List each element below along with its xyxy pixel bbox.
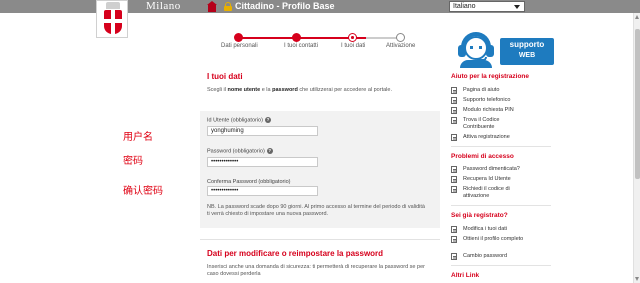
support-line2: WEB [518,52,536,59]
document-icon [451,97,457,104]
scroll-down-icon[interactable] [635,277,639,281]
scroll-thumb[interactable] [635,29,640,179]
language-select-value: Italiano [453,3,476,10]
step-dot-contacts [292,33,301,42]
document-icon [451,166,457,173]
annotation-confirm-password: 确认密码 [123,186,163,197]
username-input[interactable]: yonghuming [207,126,318,136]
document-icon [451,134,457,141]
sidebar-item-recover-id[interactable]: Recupera Id Utente [451,176,541,183]
sidebar-item-activate[interactable]: Attiva registrazione [451,134,541,141]
sidebar-item-forgot-password[interactable]: Password dimenticata? [451,166,541,173]
lock-icon [224,2,232,11]
milano-crest-logo[interactable] [96,0,128,38]
password-expiry-note: NB. La password scade dopo 90 giorni. Al… [207,204,425,217]
home-icon [207,1,217,12]
password-label: Password (obbligatorio)? [207,148,273,155]
language-select[interactable]: Italiano [449,1,525,12]
document-icon [451,186,457,193]
sidebar-item-taxpayer-code[interactable]: Trova il Codice Contribuente [451,117,531,130]
brand-name[interactable]: Milano [146,0,181,13]
document-icon [451,117,457,124]
sidebar-title-access: Problemi di accesso [451,153,514,160]
username-label: Id Utente (obbligatorio)? [207,117,271,124]
support-web-button[interactable]: supporto WEB [500,38,554,65]
section-divider [200,239,440,240]
sidebar-item-activation-code[interactable]: Richiedi il codice di attivazione [451,186,531,199]
password-input[interactable]: ••••••••••••• [207,157,318,167]
step-dot-your-data [348,33,357,42]
sidebar-divider [451,265,551,266]
sidebar-item-help-page[interactable]: Pagina di aiuto [451,87,541,94]
recovery-text: Inserisci anche una domanda di sicurezza… [207,264,425,277]
step-dot-activation [396,33,405,42]
chevron-down-icon [514,5,520,9]
sidebar-item-pin-request[interactable]: Modulo richiesta PIN [451,107,541,114]
document-icon [451,253,457,260]
document-icon [451,236,457,243]
sidebar-item-phone-support[interactable]: Supporto telefonico [451,97,541,104]
annotation-username: 用户名 [123,132,153,143]
document-icon [451,176,457,183]
document-icon [451,107,457,114]
confirm-password-input[interactable]: ••••••••••••• [207,186,318,196]
section-title-recovery: Dati per modificare o reimpostare la pas… [207,249,384,258]
sidebar-item-change-password[interactable]: Cambio password [451,253,541,260]
step-label-activation: Attivazione [386,43,416,49]
document-icon [451,87,457,94]
step-label-your-data: I tuoi dati [341,43,366,49]
page-scrollbar[interactable] [633,13,640,283]
support-line1: supporto [509,40,545,49]
sidebar-item-full-profile[interactable]: Ottieni il profilo completo [451,236,531,243]
app-title: Cittadino - Profilo Base [235,1,335,11]
document-icon [451,226,457,233]
section-title-your-data: I tuoi dati [207,72,243,81]
crown-icon [106,2,120,9]
red-cross-shield-icon [104,10,122,34]
step-dot-personal [234,33,243,42]
sidebar-title-other-links: Altri Link [451,272,480,279]
step-label-personal: Dati personali [221,43,258,49]
annotation-password: 密码 [123,156,143,167]
sidebar-title-registered: Sei già registrato? [451,212,508,219]
sidebar-divider [451,205,551,206]
step-label-contacts: I tuoi contatti [284,43,319,49]
confirm-password-label: Conferma Password (obbligatorio) [207,179,291,185]
scroll-up-icon[interactable] [635,15,639,19]
intro-text: Scegli il nome utente e la password che … [207,87,392,93]
sidebar-item-edit-data[interactable]: Modifica i tuoi dati [451,226,541,233]
help-icon[interactable]: ? [264,117,271,123]
sidebar-divider [451,146,551,147]
sidebar-title-help: Aiuto per la registrazione [451,73,530,80]
support-agent-icon[interactable] [455,30,497,68]
help-icon[interactable]: ? [266,148,273,154]
